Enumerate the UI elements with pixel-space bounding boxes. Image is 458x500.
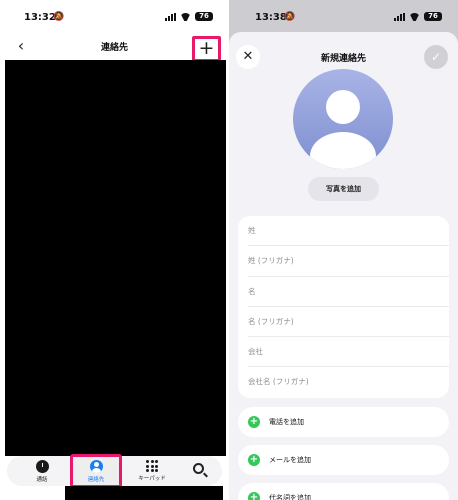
- name-fields-card: 姓 姓 (フリガナ) 名 名 (フリガナ) 会社 会社名 (フリガナ): [238, 216, 449, 398]
- signal-icon: [165, 12, 176, 21]
- done-button[interactable]: ✓: [424, 45, 448, 69]
- clock-icon: [35, 460, 49, 473]
- search-button[interactable]: [182, 456, 218, 486]
- silent-bell-icon: 🔕: [53, 12, 65, 22]
- avatar-body: [310, 132, 376, 169]
- status-bar: 13:38 🔕 76: [229, 0, 458, 30]
- new-contact-screen: 13:38 🔕 76 ✕ 新規連絡先 ✓ 写真を追加 姓 姓 (フリガナ) 名 …: [229, 0, 458, 500]
- tab-label: 通話: [36, 477, 48, 483]
- avatar-placeholder[interactable]: [293, 69, 393, 169]
- last-name-furigana-field[interactable]: 姓 (フリガナ): [248, 246, 449, 277]
- person-icon: [89, 460, 103, 473]
- add-contact-button[interactable]: +: [192, 36, 221, 62]
- add-phone-row[interactable]: + 電話を追加: [238, 407, 449, 437]
- company-field[interactable]: 会社: [248, 337, 449, 368]
- add-circle-icon: +: [248, 454, 260, 466]
- add-photo-button[interactable]: 写真を追加: [308, 177, 379, 201]
- action-label: 代名詞を追加: [269, 494, 311, 500]
- add-email-row[interactable]: + メールを追加: [238, 445, 449, 475]
- redacted-bottom: [65, 486, 223, 500]
- first-name-furigana-field[interactable]: 名 (フリガナ): [248, 307, 449, 338]
- tab-label: キーパッド: [138, 476, 166, 482]
- contacts-screen: 13:32 🔕 76 ‹ 連絡先 + 通話 連絡先 キーパッド: [0, 0, 229, 500]
- search-icon: [193, 463, 204, 474]
- signal-icon: [394, 12, 405, 21]
- tab-contacts[interactable]: 連絡先: [70, 454, 122, 488]
- status-time: 13:38: [255, 12, 287, 23]
- status-bar: 13:32 🔕 76: [0, 0, 229, 30]
- keypad-icon: [146, 460, 158, 472]
- add-circle-icon: +: [248, 492, 260, 500]
- first-name-field[interactable]: 名: [248, 277, 449, 307]
- status-icons: 76: [394, 12, 442, 21]
- status-time: 13:32: [24, 12, 56, 23]
- add-circle-icon: +: [248, 416, 260, 428]
- silent-bell-icon: 🔕: [284, 12, 296, 22]
- wifi-icon: [180, 13, 191, 21]
- action-label: メールを追加: [269, 456, 311, 464]
- tab-label: 連絡先: [87, 477, 105, 483]
- tab-keypad[interactable]: キーパッド: [132, 456, 172, 486]
- company-furigana-field[interactable]: 会社名 (フリガナ): [248, 367, 449, 397]
- action-label: 電話を追加: [269, 418, 304, 426]
- status-icons: 76: [165, 12, 213, 21]
- last-name-field[interactable]: 姓: [248, 216, 449, 247]
- wifi-icon: [409, 13, 420, 21]
- screenshot-root: 13:32 🔕 76 ‹ 連絡先 + 通話 連絡先 キーパッド 13:38 🔕 …: [0, 0, 458, 500]
- nav-bar: ‹ 連絡先 +: [0, 34, 229, 62]
- battery-icon: 76: [195, 12, 213, 21]
- battery-icon: 76: [424, 12, 442, 21]
- new-contact-sheet: ✕ 新規連絡先 ✓ 写真を追加 姓 姓 (フリガナ) 名 名 (フリガナ) 会社…: [229, 32, 458, 500]
- contact-list-redacted: [5, 60, 226, 456]
- avatar-head: [326, 90, 360, 124]
- tab-recents[interactable]: 通話: [27, 456, 57, 486]
- add-pronouns-row[interactable]: + 代名詞を追加: [238, 483, 449, 500]
